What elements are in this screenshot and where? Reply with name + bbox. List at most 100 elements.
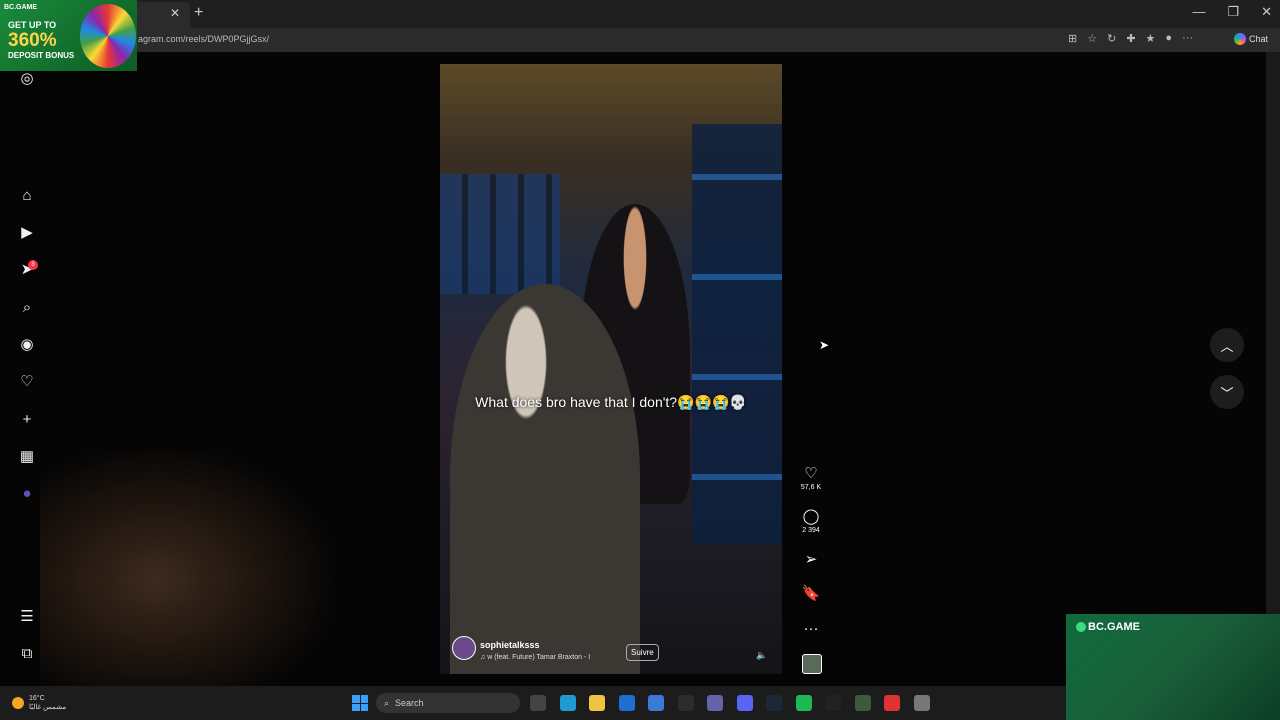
like-action[interactable]: ♡ 57,6 K [798, 464, 824, 491]
address-bar-icons: ⊞ ☆ ↻ ✚ ★ ● ··· [1068, 32, 1193, 45]
g-hub-icon[interactable] [825, 695, 841, 711]
windows-logo-icon [360, 695, 368, 703]
comment-action[interactable]: ◯ 2 394 [798, 507, 824, 534]
like-icon[interactable]: ♡ [798, 464, 824, 482]
next-reel-button[interactable]: ﹀ [1210, 375, 1244, 409]
taskbar-search[interactable]: ⌕ Search [376, 693, 520, 713]
prize-wheel-image [80, 4, 136, 68]
chevron-up-icon: ︿ [1220, 338, 1234, 354]
reel-author[interactable] [452, 636, 476, 660]
profile-icon[interactable]: ● [18, 484, 36, 502]
streamer-webcam [40, 450, 330, 686]
close-tab-icon[interactable]: ✕ [170, 6, 180, 20]
author-username[interactable]: sophietalksss [480, 640, 540, 650]
app-red-icon[interactable] [884, 695, 900, 711]
promo-line-1: GET UP TO [8, 20, 57, 30]
windows-logo-icon [352, 703, 360, 711]
weather-condition: مشمس غالبًا [29, 704, 67, 711]
home-icon[interactable]: ⌂ [18, 186, 36, 204]
bc-game-logo-icon [1076, 622, 1086, 632]
bc-game-corner-ad[interactable]: BC.GAME [1066, 614, 1280, 720]
menu-icon[interactable]: ☰ [18, 607, 36, 625]
bc-game-promo-banner[interactable]: BC.GAME GET UP TO 360% DEPOSIT BONUS [0, 0, 137, 71]
more-action[interactable]: ··· [798, 620, 824, 637]
favorites-icon[interactable]: ★ [1146, 32, 1156, 45]
more-options-icon[interactable]: ··· [1182, 32, 1193, 45]
obs-icon[interactable] [677, 695, 694, 711]
messages-badge: 8 [28, 260, 38, 270]
create-icon[interactable]: + [18, 410, 36, 428]
save-icon[interactable]: 🔖 [798, 584, 824, 602]
edge-icon[interactable] [559, 695, 576, 711]
explore-icon[interactable]: ◉ [18, 335, 36, 353]
search-icon[interactable]: ⌕ [18, 298, 36, 316]
windows-taskbar: 16°C مشمس غالبًا ⌕ Search [0, 686, 1066, 720]
copilot-chat-button[interactable]: Chat [1234, 33, 1268, 45]
profile-avatar-icon[interactable]: ● [1165, 32, 1172, 45]
refresh-icon[interactable]: ↻ [1107, 32, 1116, 45]
slot-machines-right [692, 124, 782, 544]
steam-icon[interactable] [766, 695, 782, 711]
save-action[interactable]: 🔖 [798, 584, 824, 602]
promo-line-2: 360% [8, 30, 57, 51]
more-icon[interactable]: ··· [798, 620, 824, 637]
search-icon: ⌕ [384, 697, 390, 708]
spotify-icon[interactable] [795, 695, 812, 711]
man-figure [450, 284, 640, 674]
also-from-meta-icon[interactable]: ⧉ [18, 644, 36, 662]
store-icon[interactable] [648, 695, 664, 711]
terminal-icon[interactable] [854, 695, 871, 711]
task-view-icon[interactable] [530, 695, 546, 711]
mouse-cursor-icon: ➤ [819, 338, 830, 352]
address-bar[interactable]: agram.com/reels/DWP0PGjjGsx/ ⊞ ☆ ↻ ✚ ★ ●… [0, 28, 1280, 52]
restore-icon[interactable]: ❐ [1227, 4, 1239, 20]
extensions-icon[interactable]: ✚ [1126, 32, 1135, 45]
author-avatar[interactable] [452, 636, 476, 660]
reel-music-info[interactable]: ♫ w (feat. Future) Tamar Braxton - I [480, 654, 590, 661]
close-window-icon[interactable]: ✕ [1261, 4, 1272, 20]
reel-video[interactable]: What does bro have that I don't?😭😭😭💀 sop… [440, 64, 782, 674]
notifications-icon[interactable]: ♡ [18, 372, 36, 390]
share-icon[interactable]: ➢ [798, 550, 824, 568]
weather-widget[interactable]: 16°C مشمس غالبًا [12, 694, 66, 712]
windows-logo-icon [352, 695, 360, 703]
file-explorer-icon[interactable] [589, 695, 605, 711]
app-available-icon[interactable]: ⊞ [1068, 32, 1077, 45]
promo-brand: BC.GAME [4, 4, 38, 11]
share-action[interactable]: ➢ [798, 550, 824, 568]
outlook-icon[interactable] [618, 695, 635, 711]
search-placeholder: Search [395, 698, 424, 708]
windows-logo-icon [360, 703, 368, 711]
url-text[interactable]: agram.com/reels/DWP0PGjjGsx/ [138, 34, 269, 44]
previous-reel-button[interactable]: ︿ [1210, 328, 1244, 362]
original-audio-thumbnail[interactable] [802, 654, 822, 674]
chevron-down-icon: ﹀ [1220, 385, 1234, 401]
chat-label: Chat [1249, 34, 1269, 44]
browser-tab-bar: ✕ + — ❐ ✕ [0, 0, 1280, 28]
slot-machines-left [440, 174, 560, 294]
page-scrollbar[interactable] [1266, 52, 1280, 686]
sun-icon [12, 697, 24, 709]
like-count[interactable]: 57,6 K [798, 484, 824, 491]
minimize-icon[interactable]: — [1192, 4, 1205, 20]
mute-icon[interactable]: 🔈 [756, 650, 767, 661]
promo-line-3: DEPOSIT BONUS [8, 51, 75, 60]
follow-button[interactable]: Suivre [626, 644, 659, 661]
instagram-logo-icon[interactable]: ◎ [18, 69, 36, 87]
window-controls: — ❐ ✕ [1192, 4, 1272, 20]
bc-game-label: BC.GAME [1088, 621, 1140, 633]
copilot-icon [1234, 33, 1246, 45]
weather-text: 16°C مشمس غالبًا [29, 694, 66, 712]
settings-icon[interactable] [913, 695, 930, 711]
new-tab-icon[interactable]: + [194, 4, 203, 22]
reel-caption: What does bro have that I don't?😭😭😭💀 [475, 394, 747, 410]
comment-count[interactable]: 2 394 [798, 527, 824, 534]
temperature: 16°C [29, 695, 45, 702]
dashboard-icon[interactable]: ▦ [18, 447, 36, 465]
comment-icon[interactable]: ◯ [798, 507, 824, 525]
reels-icon[interactable]: ▶ [18, 223, 36, 241]
teams-icon[interactable] [707, 695, 723, 711]
discord-icon[interactable] [736, 695, 753, 711]
favorite-star-icon[interactable]: ☆ [1087, 32, 1097, 45]
start-button[interactable] [352, 695, 368, 711]
